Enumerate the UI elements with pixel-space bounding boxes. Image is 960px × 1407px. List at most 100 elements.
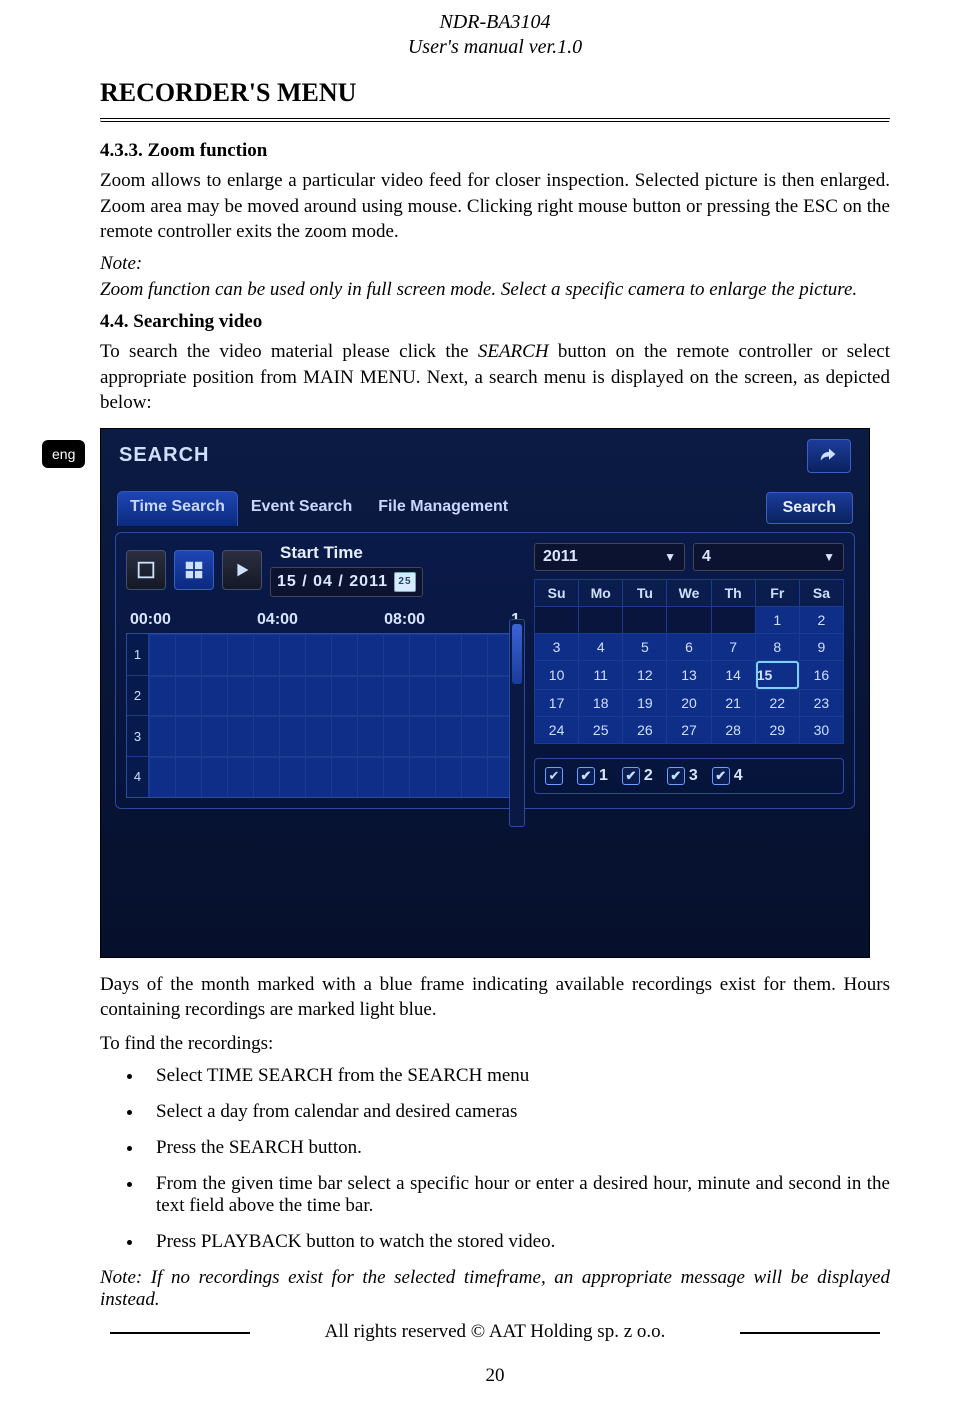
calendar-day [623, 606, 667, 633]
camera-all-checkbox[interactable]: ✔ [545, 767, 563, 785]
start-date-field[interactable]: 15 / 04 / 2011 25 [270, 567, 423, 597]
calendar-day[interactable]: 6 [667, 633, 711, 660]
search-window: SEARCH Time Search Event Search File Man… [100, 428, 870, 958]
search-button[interactable]: Search [766, 492, 853, 524]
calendar-day[interactable]: 29 [755, 716, 799, 743]
calendar-day[interactable]: 7 [711, 633, 755, 660]
channel-label: 4 [127, 757, 149, 797]
calendar-dow: Th [711, 579, 755, 606]
camera-2-checkbox[interactable]: ✔ [622, 767, 640, 785]
calendar-dow: Tu [623, 579, 667, 606]
calendar-day[interactable]: 17 [535, 689, 579, 716]
calendar-day[interactable]: 14 [711, 660, 755, 689]
section-433-note: Zoom function can be used only in full s… [100, 279, 890, 301]
instruction-item: From the given time bar select a specifi… [144, 1173, 890, 1217]
tab-file-management[interactable]: File Management [365, 491, 521, 526]
manual-version: User's manual ver.1.0 [100, 35, 890, 60]
channel-label: 2 [127, 676, 149, 716]
instruction-list: Select TIME SEARCH from the SEARCH menu S… [144, 1065, 890, 1253]
calendar-day[interactable]: 19 [623, 689, 667, 716]
calendar-day[interactable]: 13 [667, 660, 711, 689]
section-44-body: To search the video material please clic… [100, 339, 890, 416]
calendar-day[interactable]: 20 [667, 689, 711, 716]
section-433-heading: 4.3.3. Zoom function [100, 140, 890, 162]
channel-label: 3 [127, 716, 149, 756]
return-icon [818, 445, 840, 467]
play-icon [231, 559, 253, 581]
single-view-button[interactable] [126, 550, 166, 590]
month-value: 4 [702, 548, 711, 566]
start-time-label: Start Time [280, 543, 423, 563]
calendar-day[interactable]: 22 [755, 689, 799, 716]
calendar-day[interactable]: 12 [623, 660, 667, 689]
instruction-item: Press the SEARCH button. [144, 1137, 890, 1159]
chevron-down-icon: ▼ [664, 550, 676, 564]
calendar-day[interactable]: 2 [799, 606, 843, 633]
calendar-day[interactable]: 24 [535, 716, 579, 743]
camera-3-checkbox[interactable]: ✔ [667, 767, 685, 785]
bottom-note: Note: If no recordings exist for the sel… [100, 1267, 890, 1311]
calendar-dow: Sa [799, 579, 843, 606]
calendar-day [535, 606, 579, 633]
instruction-item: Select TIME SEARCH from the SEARCH menu [144, 1065, 890, 1087]
calendar-day[interactable]: 8 [755, 633, 799, 660]
camera-select-row: ✔ ✔1 ✔2 ✔3 ✔4 [534, 758, 844, 794]
language-tab: eng [42, 440, 85, 468]
tab-time-search[interactable]: Time Search [117, 491, 238, 526]
section-44-heading: 4.4. Searching video [100, 311, 890, 333]
calendar-day[interactable]: 3 [535, 633, 579, 660]
calendar-day[interactable]: 25 [579, 716, 623, 743]
calendar-day[interactable]: 23 [799, 689, 843, 716]
channel-label: 1 [127, 634, 149, 675]
calendar-day[interactable]: 5 [623, 633, 667, 660]
month-select[interactable]: 4▼ [693, 543, 844, 571]
instruction-item: Press PLAYBACK button to watch the store… [144, 1231, 890, 1253]
quad-view-button[interactable] [174, 550, 214, 590]
tab-event-search[interactable]: Event Search [238, 491, 365, 526]
calendar: SuMoTuWeThFrSa 1234567891011121314151617… [534, 579, 844, 744]
calendar-day[interactable]: 10 [535, 660, 579, 689]
camera-1-checkbox[interactable]: ✔ [577, 767, 595, 785]
calendar-day[interactable]: 4 [579, 633, 623, 660]
calendar-day[interactable]: 26 [623, 716, 667, 743]
calendar-day[interactable]: 28 [711, 716, 755, 743]
calendar-day [579, 606, 623, 633]
instruction-item: Select a day from calendar and desired c… [144, 1101, 890, 1123]
calendar-day[interactable]: 27 [667, 716, 711, 743]
after-image-text: Days of the month marked with a blue fra… [100, 972, 890, 1023]
square-icon [135, 559, 157, 581]
title-rule [100, 118, 890, 122]
calendar-day[interactable]: 18 [579, 689, 623, 716]
calendar-icon[interactable]: 25 [394, 572, 416, 592]
calendar-day[interactable]: 16 [799, 660, 843, 689]
year-select[interactable]: 2011 ▼ [534, 543, 685, 571]
page-title: RECORDER'S MENU [100, 78, 890, 108]
calendar-dow: Fr [755, 579, 799, 606]
calendar-dow: Mo [579, 579, 623, 606]
chevron-down-icon: ▼ [823, 550, 835, 564]
timeline-scrollbar[interactable] [509, 619, 525, 827]
calendar-day[interactable]: 1 [755, 606, 799, 633]
model-name: NDR-BA3104 [100, 10, 890, 35]
calendar-day[interactable]: 9 [799, 633, 843, 660]
start-date-value: 15 / 04 / 2011 [277, 573, 388, 591]
year-value: 2011 [543, 548, 578, 566]
back-button[interactable] [807, 439, 851, 473]
time-ruler: 00:00 04:00 08:00 1 [126, 611, 524, 633]
calendar-day [711, 606, 755, 633]
timeline-grid[interactable]: 1 2 3 4 [126, 633, 524, 798]
calendar-day[interactable]: 21 [711, 689, 755, 716]
calendar-dow: Su [535, 579, 579, 606]
calendar-day[interactable]: 30 [799, 716, 843, 743]
find-intro: To find the recordings: [100, 1031, 890, 1057]
copyright: All rights reserved © AAT Holding sp. z … [100, 1321, 890, 1343]
calendar-day[interactable]: 11 [579, 660, 623, 689]
play-button[interactable] [222, 550, 262, 590]
camera-4-checkbox[interactable]: ✔ [712, 767, 730, 785]
grid-icon [183, 559, 205, 581]
calendar-dow: We [667, 579, 711, 606]
window-title: SEARCH [119, 444, 209, 467]
calendar-day[interactable]: 15 [756, 661, 799, 689]
calendar-day [667, 606, 711, 633]
note-label: Note: [100, 253, 890, 275]
